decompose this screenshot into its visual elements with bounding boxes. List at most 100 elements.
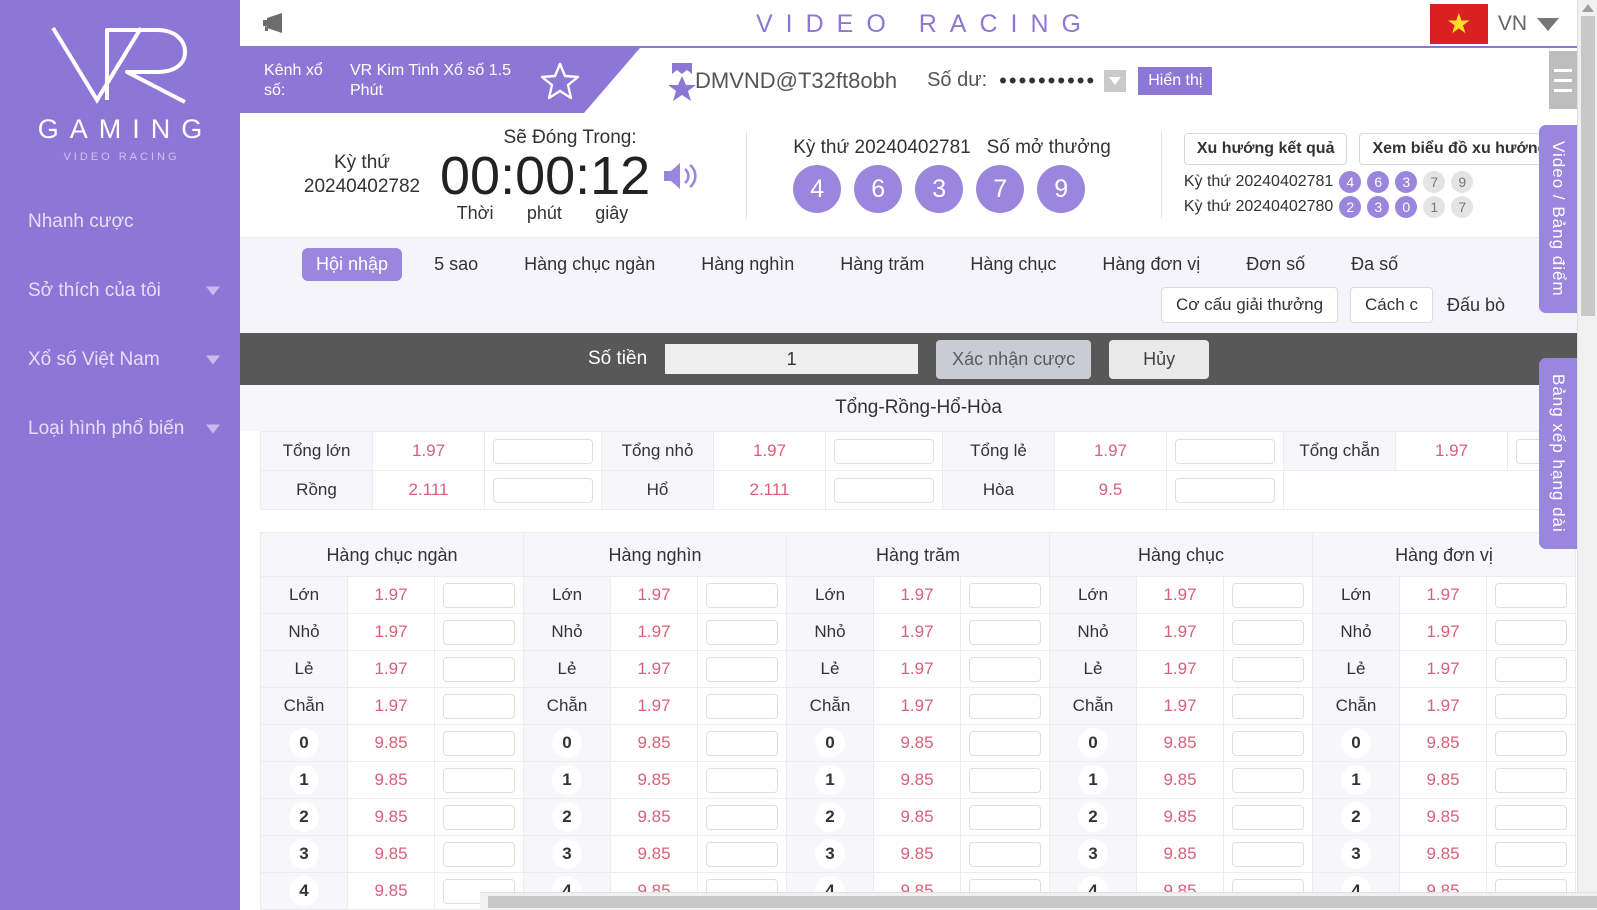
tab-hang-chuc[interactable]: Hàng chục (956, 248, 1070, 281)
bet-label[interactable]: Nhỏ (1313, 614, 1400, 650)
bet-label[interactable]: 3 (524, 836, 611, 872)
bet-stake-input[interactable] (1495, 730, 1567, 756)
megaphone-icon[interactable] (260, 11, 290, 35)
bet-label[interactable]: 1 (1050, 762, 1137, 798)
bet-stake-input[interactable] (706, 693, 778, 719)
sidebar-item-popular-types[interactable]: Loại hình phổ biến (0, 404, 240, 454)
bet-stake-input[interactable] (969, 841, 1041, 867)
bet-label[interactable]: Lẻ (261, 651, 348, 687)
how-to-play-button[interactable]: Cách c (1350, 287, 1433, 323)
brand-logo[interactable]: GAMING VIDEO RACING (0, 0, 240, 163)
bet-label[interactable]: 2 (261, 799, 348, 835)
bet-stake-input[interactable] (969, 730, 1041, 756)
bet-label[interactable]: Hổ (601, 470, 714, 510)
amount-input[interactable] (665, 344, 919, 374)
bet-stake-input[interactable] (706, 841, 778, 867)
bet-label[interactable]: Tổng lớn (260, 431, 373, 471)
bet-stake-input[interactable] (706, 767, 778, 793)
bet-label[interactable]: 1 (524, 762, 611, 798)
bet-stake-input[interactable] (834, 438, 934, 464)
bet-label[interactable]: 2 (1313, 799, 1400, 835)
prize-structure-button[interactable]: Cơ cấu giải thưởng (1160, 287, 1339, 323)
bet-stake-input[interactable] (1232, 804, 1304, 830)
bet-label[interactable]: 1 (261, 762, 348, 798)
bet-label[interactable]: 4 (261, 873, 348, 909)
bet-stake-input[interactable] (1495, 619, 1567, 645)
bet-stake-input[interactable] (443, 804, 515, 830)
bet-stake-input[interactable] (1175, 438, 1275, 464)
bet-label[interactable]: Lớn (261, 577, 348, 613)
bet-stake-input[interactable] (706, 619, 778, 645)
bet-stake-input[interactable] (1232, 619, 1304, 645)
bet-label[interactable]: Chẵn (787, 688, 874, 724)
bet-label[interactable]: Lớn (1050, 577, 1137, 613)
bet-stake-input[interactable] (1495, 804, 1567, 830)
bet-stake-input[interactable] (1232, 656, 1304, 682)
bet-label[interactable]: 2 (787, 799, 874, 835)
balance-dropdown-button[interactable] (1104, 69, 1127, 92)
bet-stake-input[interactable] (969, 693, 1041, 719)
tab-hang-tram[interactable]: Hàng trăm (826, 248, 938, 281)
video-scoreboard-tab[interactable]: Video / Bảng điểm (1539, 125, 1577, 313)
bet-stake-input[interactable] (1232, 582, 1304, 608)
bet-stake-input[interactable] (706, 582, 778, 608)
tab-dau-bo[interactable]: Đấu bò (1433, 289, 1519, 322)
bet-label[interactable]: 3 (1313, 836, 1400, 872)
tab-hang-don-vi[interactable]: Hàng đơn vị (1088, 248, 1214, 281)
bet-stake-input[interactable] (1495, 841, 1567, 867)
show-balance-button[interactable]: Hiển thị (1138, 66, 1213, 95)
bet-label[interactable]: 1 (1313, 762, 1400, 798)
bet-label[interactable]: 3 (1050, 836, 1137, 872)
bet-label[interactable]: 3 (787, 836, 874, 872)
bet-stake-input[interactable] (969, 767, 1041, 793)
language-selector[interactable]: ★ VN (1429, 0, 1559, 48)
scroll-up-arrow-icon[interactable] (1581, 4, 1594, 12)
bet-stake-input[interactable] (1232, 841, 1304, 867)
bet-stake-input[interactable] (443, 841, 515, 867)
bet-stake-input[interactable] (443, 767, 515, 793)
bet-label[interactable]: Nhỏ (1050, 614, 1137, 650)
bet-label[interactable]: 0 (1050, 725, 1137, 761)
bet-label[interactable]: 2 (1050, 799, 1137, 835)
bet-label[interactable]: Lớn (787, 577, 874, 613)
long-dragon-ranking-tab[interactable]: Bảng xếp hạng dài (1539, 358, 1577, 549)
bet-stake-input[interactable] (493, 477, 593, 503)
bet-label[interactable]: 0 (1313, 725, 1400, 761)
bet-label[interactable]: 0 (261, 725, 348, 761)
tab-hang-nghin[interactable]: Hàng nghìn (687, 248, 808, 281)
result-trend-button[interactable]: Xu hướng kết quả (1183, 132, 1348, 165)
bet-stake-input[interactable] (443, 619, 515, 645)
bet-label[interactable]: Nhỏ (261, 614, 348, 650)
scrollbar-thumb[interactable] (1581, 16, 1595, 316)
bet-label[interactable]: Chẵn (261, 688, 348, 724)
bet-label[interactable]: Lẻ (1313, 651, 1400, 687)
bet-stake-input[interactable] (1232, 767, 1304, 793)
bet-label[interactable]: Lẻ (1050, 651, 1137, 687)
confirm-bet-button[interactable]: Xác nhận cược (936, 339, 1092, 379)
bet-stake-input[interactable] (1495, 693, 1567, 719)
bet-stake-input[interactable] (969, 656, 1041, 682)
tab-hoi-nhap[interactable]: Hội nhập (302, 248, 403, 281)
bet-stake-input[interactable] (834, 477, 934, 503)
bet-label[interactable]: Rồng (260, 470, 373, 510)
bet-label[interactable]: Chẵn (1313, 688, 1400, 724)
scrollbar-thumb[interactable] (488, 896, 1597, 908)
bet-label[interactable]: 0 (524, 725, 611, 761)
bet-label[interactable]: Nhỏ (524, 614, 611, 650)
tab-da-so[interactable]: Đa số (1337, 248, 1412, 281)
bet-label[interactable]: Hòa (942, 470, 1055, 510)
bet-stake-input[interactable] (969, 804, 1041, 830)
bet-stake-input[interactable] (443, 693, 515, 719)
bet-label[interactable]: Lẻ (524, 651, 611, 687)
bet-stake-input[interactable] (706, 656, 778, 682)
bet-label[interactable]: Nhỏ (787, 614, 874, 650)
tab-don-so[interactable]: Đơn số (1232, 248, 1319, 281)
bet-label[interactable]: Lớn (524, 577, 611, 613)
bet-label[interactable]: Tổng chẵn (1283, 431, 1396, 471)
bet-stake-input[interactable] (969, 582, 1041, 608)
sidebar-item-vietnam-lottery[interactable]: Xổ số Việt Nam (0, 335, 240, 385)
sidebar-item-quick-bet[interactable]: Nhanh cược (0, 197, 240, 247)
tab-5-sao[interactable]: 5 sao (420, 248, 492, 281)
bet-stake-input[interactable] (1232, 693, 1304, 719)
cancel-bet-button[interactable]: Hủy (1109, 339, 1210, 379)
